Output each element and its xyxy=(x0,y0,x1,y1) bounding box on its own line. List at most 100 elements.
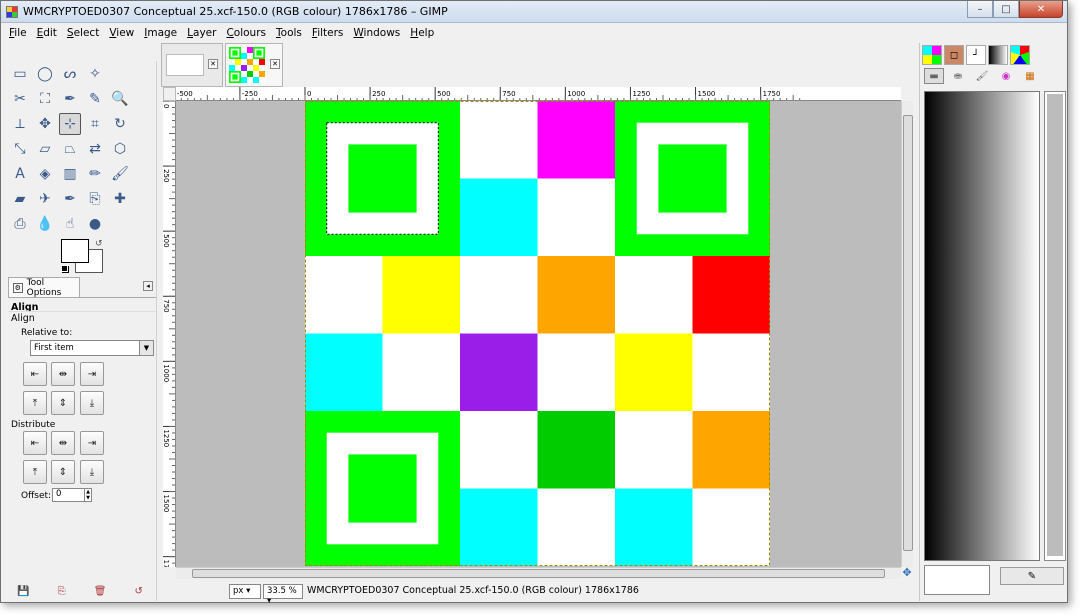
spin-arrows-icon[interactable]: ▲ ▼ xyxy=(84,489,91,501)
stamp-icon[interactable]: ⛂ xyxy=(948,68,968,84)
tab-fonts[interactable]: ┘ xyxy=(966,45,986,65)
bucket-fill-icon[interactable]: ◈ xyxy=(34,163,56,185)
airbrush-icon[interactable]: ✈ xyxy=(34,188,56,210)
crop-icon[interactable]: ⌗ xyxy=(84,113,106,135)
default-colors-icon[interactable] xyxy=(61,265,68,272)
list-scroll[interactable] xyxy=(1047,94,1063,556)
offset-input[interactable]: 0 ▲ ▼ xyxy=(52,488,92,502)
eraser-icon[interactable]: ▰ xyxy=(9,188,31,210)
close-icon[interactable]: ✕ xyxy=(270,59,280,69)
scale-icon[interactable]: ⤡ xyxy=(9,138,31,160)
paths-icon[interactable]: ✒ xyxy=(59,88,81,110)
distribute-left-button[interactable]: ⇤ xyxy=(23,431,47,455)
restore-options-icon[interactable]: ⎘ xyxy=(58,586,66,597)
zoom-icon[interactable]: 🔍 xyxy=(109,88,131,110)
close-button[interactable]: ✕ xyxy=(1019,1,1063,18)
tab-patterns[interactable] xyxy=(922,45,942,65)
free-select-icon[interactable]: ᔕ xyxy=(59,63,81,85)
distribute-center-button[interactable]: ⇹ xyxy=(51,431,75,455)
align-bottom-button[interactable]: ⤓ xyxy=(80,391,104,415)
edit-gradient-button[interactable]: ✎ xyxy=(1000,567,1064,585)
text-icon[interactable]: A xyxy=(9,163,31,185)
swap-colors-icon[interactable]: ↺ xyxy=(95,239,103,249)
distribute-bottom-button[interactable]: ⤓ xyxy=(80,460,104,484)
color-picker-icon[interactable]: ✎ xyxy=(84,88,106,110)
align-top-button[interactable]: ⤒ xyxy=(23,391,47,415)
paintbrush-icon[interactable]: 🖌 xyxy=(109,163,131,185)
tab-tool-options[interactable]: ⚙ Tool Options xyxy=(8,277,80,298)
blend-icon[interactable]: ▥ xyxy=(59,163,81,185)
relative-to-select[interactable]: First item ▼ xyxy=(30,340,154,356)
delete-options-icon[interactable]: 🗑 xyxy=(94,586,107,597)
menu-image[interactable]: Image xyxy=(144,27,177,39)
distribute-top-button[interactable]: ⤒ xyxy=(23,460,47,484)
tab-gradients[interactable] xyxy=(988,45,1008,65)
fuzzy-select-icon[interactable]: ✧ xyxy=(84,63,106,85)
menu-windows[interactable]: Windows xyxy=(353,27,400,39)
image-canvas[interactable] xyxy=(176,101,901,567)
cage-icon[interactable]: ⬡ xyxy=(109,138,131,160)
vertical-ruler[interactable]: 0 250 500 750 1000 1250 1500 1750 xyxy=(163,101,176,567)
align-middle-button[interactable]: ⇕ xyxy=(51,391,75,415)
blur-icon[interactable]: 💧 xyxy=(34,213,56,235)
gradient-preview[interactable] xyxy=(924,91,1040,561)
menu-filters[interactable]: Filters xyxy=(312,27,343,39)
tab-brushes[interactable]: ◻ xyxy=(944,45,964,65)
menu-file[interactable]: File xyxy=(9,27,27,39)
palette-icon[interactable]: ▦ xyxy=(1020,68,1040,84)
minimize-button[interactable]: – xyxy=(967,1,993,18)
menu-colours[interactable]: Colours xyxy=(226,27,266,39)
tab-menu-icon[interactable]: ◂ xyxy=(143,281,153,291)
zoom-select[interactable]: 33.5 % ▾ xyxy=(263,584,303,606)
unit-select[interactable]: px ▾ xyxy=(229,584,261,599)
close-icon[interactable]: ✕ xyxy=(208,59,218,69)
align-center-button[interactable]: ⇹ xyxy=(51,362,75,386)
maximize-button[interactable]: □ xyxy=(993,1,1019,18)
menu-view[interactable]: View xyxy=(109,27,134,39)
shear-icon[interactable]: ▱ xyxy=(34,138,56,160)
rect-select-icon[interactable]: ▭ xyxy=(9,63,31,85)
heal-icon[interactable]: ✚ xyxy=(109,188,131,210)
move-icon[interactable]: ✥ xyxy=(34,113,56,135)
clone-icon[interactable]: ⎘ xyxy=(84,188,106,210)
image-tab-active[interactable]: ✕ xyxy=(225,43,283,87)
gradient-editor-icon[interactable]: ▬ xyxy=(924,68,944,84)
pencil-icon[interactable]: ✏ xyxy=(84,163,106,185)
foreground-color-swatch[interactable] xyxy=(61,239,89,263)
align-right-button[interactable]: ⇥ xyxy=(80,362,104,386)
scissors-icon[interactable]: ✂ xyxy=(9,88,31,110)
image-tab-blank[interactable]: ✕ xyxy=(161,43,223,87)
menu-tools[interactable]: Tools xyxy=(276,27,302,39)
menu-layer[interactable]: Layer xyxy=(187,27,216,39)
dock-preview[interactable] xyxy=(924,565,990,595)
menu-edit[interactable]: Edit xyxy=(37,27,57,39)
flip-icon[interactable]: ⇄ xyxy=(84,138,106,160)
align-left-button[interactable]: ⇤ xyxy=(23,362,47,386)
scroll-thumb[interactable] xyxy=(192,569,885,578)
menu-select[interactable]: Select xyxy=(67,27,99,39)
ink-icon[interactable]: ✒ xyxy=(59,188,81,210)
scroll-thumb[interactable] xyxy=(903,115,913,551)
horizontal-scrollbar[interactable] xyxy=(176,567,901,579)
dodge-burn-icon[interactable]: ● xyxy=(84,213,106,235)
smudge-icon[interactable]: ☝ xyxy=(59,213,81,235)
reset-options-icon[interactable]: ↺ xyxy=(135,586,143,597)
distribute-right-button[interactable]: ⇥ xyxy=(80,431,104,455)
distribute-middle-button[interactable]: ⇕ xyxy=(51,460,75,484)
save-options-icon[interactable]: 💾 xyxy=(17,586,29,597)
vertical-scrollbar[interactable] xyxy=(901,101,913,567)
rotate-icon[interactable]: ↻ xyxy=(109,113,131,135)
perspective-icon[interactable]: ⏢ xyxy=(59,138,81,160)
ruler-corner[interactable] xyxy=(163,87,176,101)
gradient-list[interactable] xyxy=(1044,91,1066,561)
ellipse-select-icon[interactable]: ◯ xyxy=(34,63,56,85)
measure-icon[interactable]: ⟂ xyxy=(9,113,31,135)
color-wheel-icon[interactable]: ◉ xyxy=(996,68,1016,84)
fg-bg-colors[interactable]: ↺ xyxy=(61,239,105,275)
align-icon[interactable]: ⊹ xyxy=(59,113,81,135)
horizontal-ruler[interactable]: -500 -250 0 250 500 750 1000 1250 1500 1750 xyxy=(176,87,901,101)
foreground-select-icon[interactable]: ⛶ xyxy=(34,88,56,110)
tab-palettes[interactable] xyxy=(1010,45,1030,65)
paintbrush-icon[interactable]: 🖌 xyxy=(972,68,992,84)
perspective-clone-icon[interactable]: ⎙ xyxy=(9,213,31,235)
